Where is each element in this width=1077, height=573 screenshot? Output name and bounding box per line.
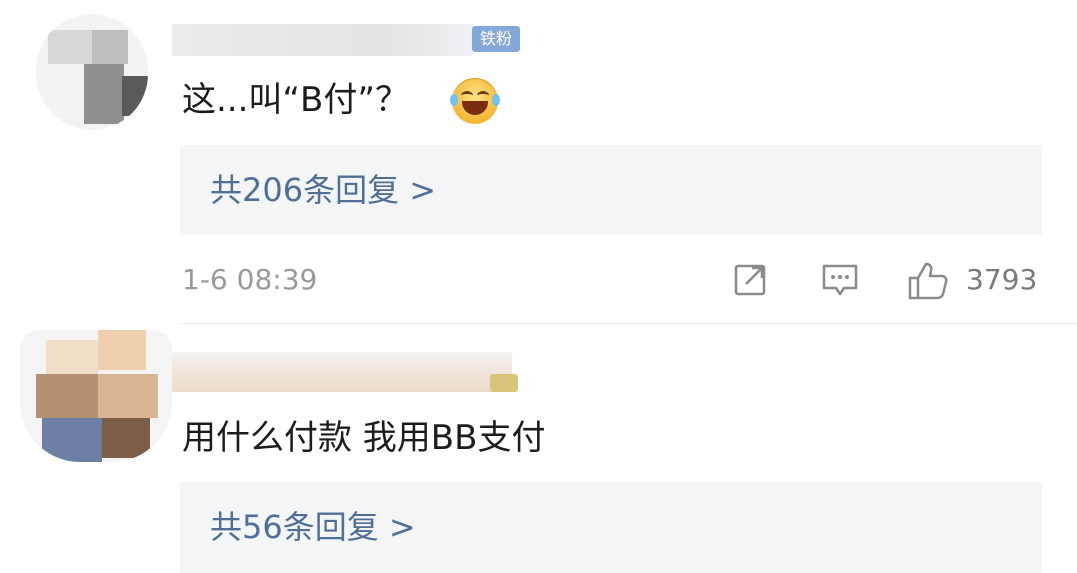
like-button[interactable]: 3793 <box>906 258 1046 302</box>
comment-text: 用什么付款 我用BB支付 <box>182 418 546 458</box>
replies-label: 共206条回复 > <box>210 171 437 209</box>
user-badge-icon <box>490 374 518 392</box>
comment-icon <box>822 264 858 296</box>
avatar[interactable] <box>20 330 172 462</box>
avatar[interactable] <box>36 14 148 130</box>
view-replies-button[interactable]: 共206条回复 > <box>180 145 1042 235</box>
username-blurred[interactable] <box>172 352 512 392</box>
laughing-tears-emoji-icon <box>450 78 500 124</box>
share-icon <box>734 264 766 296</box>
username-blurred[interactable] <box>172 24 472 56</box>
comment-text: 这...叫“B付”？ <box>182 80 409 120</box>
fan-badge: 铁粉 <box>472 26 520 52</box>
share-button[interactable] <box>732 258 772 302</box>
comment-item: 铁粉 这...叫“B付”？ 共206条回复 > 1-6 08:39 3793 <box>0 0 1077 330</box>
divider <box>180 323 1077 324</box>
like-count: 3793 <box>966 263 1038 296</box>
thumbs-up-icon <box>908 262 948 300</box>
view-replies-button[interactable]: 共56条回复 > <box>180 482 1042 573</box>
comment-button[interactable] <box>820 258 860 302</box>
comment-timestamp: 1-6 08:39 <box>182 263 318 296</box>
replies-label: 共56条回复 > <box>210 508 416 546</box>
